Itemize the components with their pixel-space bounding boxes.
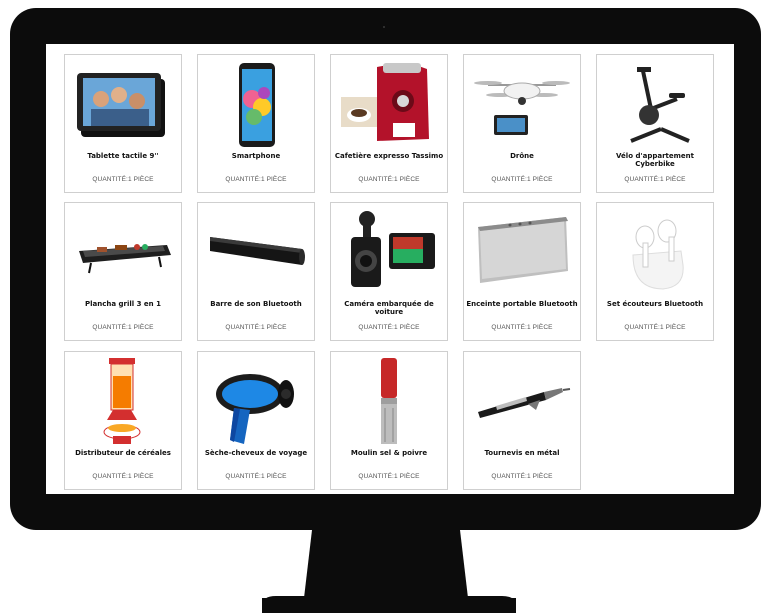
monitor-stand-icon	[262, 530, 516, 613]
